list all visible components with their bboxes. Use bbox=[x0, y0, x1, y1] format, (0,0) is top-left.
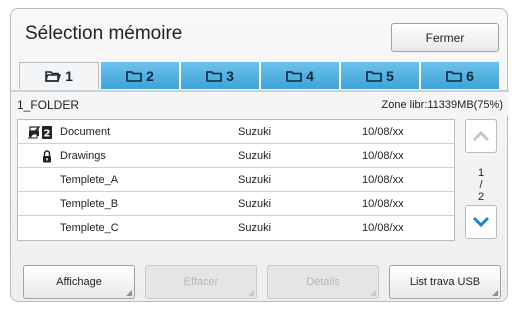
delete-button-label: Effacer bbox=[183, 276, 219, 288]
page-indicator: 1 / 2 bbox=[465, 167, 497, 203]
file-owner: Suzuki bbox=[238, 174, 272, 186]
file-owner: Suzuki bbox=[238, 198, 272, 210]
folder-name: 1_FOLDER bbox=[17, 98, 80, 112]
table-row[interactable]: Drawings Suzuki 10/08/xx bbox=[18, 144, 454, 168]
tab-5[interactable]: 5 bbox=[341, 62, 419, 89]
file-name: Drawings bbox=[60, 150, 106, 162]
folder-info-bar: 1_FOLDER Zone libr:11339MB(75%) bbox=[11, 90, 509, 116]
corner-mark bbox=[248, 290, 254, 296]
file-owner: Suzuki bbox=[238, 150, 272, 162]
details-button[interactable]: Détails bbox=[267, 265, 379, 299]
file-name: Templete_C bbox=[60, 222, 119, 234]
badge-2-icon: 2 bbox=[42, 125, 52, 139]
file-date: 10/08/xx bbox=[362, 222, 404, 234]
delete-button[interactable]: Effacer bbox=[145, 265, 257, 299]
folder-icon bbox=[206, 70, 222, 82]
badge-2-label: 2 bbox=[44, 128, 51, 139]
folder-tabs: 1 2 3 4 5 6 bbox=[18, 62, 500, 90]
folder-open-icon bbox=[45, 71, 62, 82]
details-button-label: Détails bbox=[306, 276, 340, 288]
list-scroller: 1 / 2 bbox=[459, 119, 503, 241]
usb-list-button-label: List trava USB bbox=[409, 276, 481, 288]
folder-icon bbox=[286, 70, 302, 82]
page-separator: / bbox=[479, 179, 483, 191]
file-list: 2 Document Suzuki 10/08/xx Drawings Suzu… bbox=[17, 119, 455, 241]
corner-mark bbox=[126, 290, 132, 296]
tab-2[interactable]: 2 bbox=[101, 62, 179, 89]
file-owner: Suzuki bbox=[238, 222, 272, 234]
tab-4[interactable]: 4 bbox=[261, 62, 339, 89]
file-date: 10/08/xx bbox=[362, 174, 404, 186]
corner-mark bbox=[370, 290, 376, 296]
table-row[interactable]: Templete_C Suzuki 10/08/xx bbox=[18, 216, 454, 240]
display-button[interactable]: Affichage bbox=[23, 265, 135, 299]
file-name: Templete_A bbox=[60, 174, 119, 186]
usb-list-button[interactable]: List trava USB bbox=[389, 265, 501, 299]
corner-mark bbox=[492, 290, 498, 296]
tab-6[interactable]: 6 bbox=[421, 62, 499, 89]
file-owner: Suzuki bbox=[238, 126, 272, 138]
scroll-down-button[interactable] bbox=[465, 205, 497, 239]
chevron-down-icon bbox=[472, 216, 490, 228]
folder-icon bbox=[446, 70, 462, 82]
table-row[interactable]: 2 Document Suzuki 10/08/xx bbox=[18, 120, 454, 144]
tab-3[interactable]: 3 bbox=[181, 62, 259, 89]
folder-icon bbox=[126, 70, 142, 82]
action-bar: Affichage Effacer Détails List trava USB bbox=[17, 265, 503, 299]
tab-label: 1 bbox=[65, 68, 73, 84]
tab-label: 2 bbox=[146, 67, 154, 84]
folder-icon bbox=[366, 70, 382, 82]
scroll-up-button[interactable] bbox=[465, 119, 497, 153]
table-row[interactable]: Templete_A Suzuki 10/08/xx bbox=[18, 168, 454, 192]
tab-label: 6 bbox=[466, 67, 474, 84]
row-icons: 2 bbox=[24, 124, 52, 140]
page-total: 2 bbox=[477, 191, 485, 203]
file-name: Templete_B bbox=[60, 198, 119, 210]
page-current: 1 bbox=[477, 167, 485, 179]
tab-1[interactable]: 1 bbox=[19, 62, 99, 89]
file-name: Document bbox=[60, 126, 111, 138]
file-date: 10/08/xx bbox=[362, 126, 404, 138]
memory-selection-dialog: Sélection mémoire Fermer 1 2 3 4 5 6 1_F… bbox=[10, 8, 509, 302]
tab-label: 4 bbox=[306, 67, 314, 84]
no-print-icon bbox=[28, 125, 40, 139]
lock-icon bbox=[43, 149, 51, 162]
chevron-up-icon bbox=[472, 130, 490, 142]
tab-label: 3 bbox=[226, 67, 234, 84]
file-date: 10/08/xx bbox=[362, 198, 404, 210]
tab-label: 5 bbox=[386, 67, 394, 84]
table-row[interactable]: Templete_B Suzuki 10/08/xx bbox=[18, 192, 454, 216]
row-icons bbox=[24, 148, 52, 164]
display-button-label: Affichage bbox=[56, 276, 102, 288]
free-space-label: Zone libr:11339MB(75%) bbox=[381, 99, 503, 111]
file-date: 10/08/xx bbox=[362, 150, 404, 162]
close-button[interactable]: Fermer bbox=[391, 23, 499, 52]
dialog-title: Sélection mémoire bbox=[25, 23, 183, 44]
